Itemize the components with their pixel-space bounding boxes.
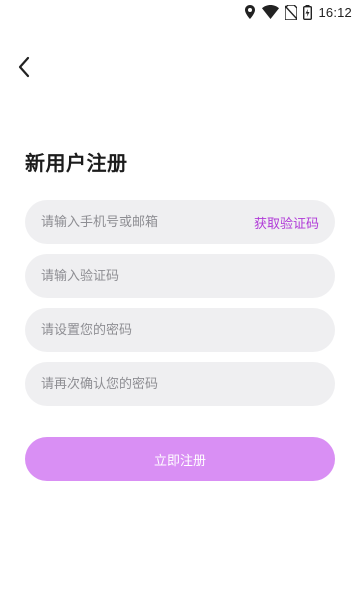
code-input[interactable] — [41, 254, 319, 298]
confirm-password-field — [25, 362, 335, 406]
code-field — [25, 254, 335, 298]
chevron-left-icon — [17, 56, 31, 82]
get-code-button[interactable]: 获取验证码 — [254, 213, 319, 232]
password-input[interactable] — [41, 308, 319, 352]
status-bar: 16:12 — [0, 0, 360, 24]
back-button[interactable] — [12, 56, 36, 82]
account-input[interactable] — [41, 200, 254, 244]
no-sim-icon — [285, 4, 298, 20]
confirm-password-input[interactable] — [41, 362, 319, 406]
location-icon — [244, 5, 256, 19]
clock: 16:12 — [318, 4, 352, 20]
password-field — [25, 308, 335, 352]
register-button[interactable]: 立即注册 — [25, 437, 335, 481]
wifi-icon — [262, 5, 280, 19]
battery-charging-icon — [303, 4, 313, 20]
page-title: 新用户注册 — [25, 151, 128, 175]
status-icons: 16:12 — [244, 3, 352, 21]
account-field: 获取验证码 — [25, 200, 335, 244]
